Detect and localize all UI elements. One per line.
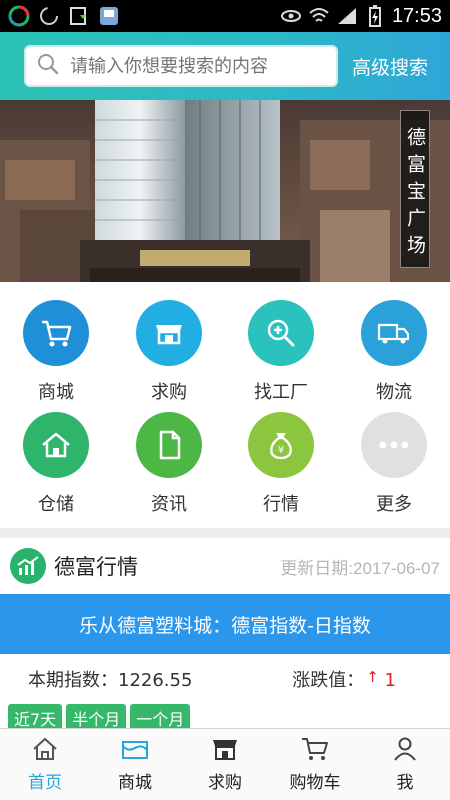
app-icon [98, 5, 120, 27]
period-tabs: 近7天 半个月 一个月 [0, 704, 450, 728]
grid-label: 物流 [376, 382, 412, 403]
market-title: 德富行情 [54, 555, 138, 579]
svg-text:¥: ¥ [278, 445, 284, 456]
grid-label: 行情 [263, 494, 299, 515]
cart-icon [23, 300, 89, 366]
shop-icon [210, 736, 240, 766]
market-index-banner[interactable]: 乐从德富塑料城：德富指数-日指数 [0, 594, 450, 654]
trend-chart-icon [10, 548, 46, 584]
eye-icon [280, 5, 302, 27]
document-icon [136, 412, 202, 478]
market-update-date: 更新日期:2017-06-07 [280, 558, 440, 578]
header: 高级搜索 [0, 32, 450, 100]
mall-icon [120, 736, 150, 766]
grid-label: 仓储 [38, 494, 74, 515]
truck-icon [361, 300, 427, 366]
nav-cart[interactable]: 购物车 [270, 729, 360, 800]
home-icon [31, 736, 59, 766]
change-label: 涨跌值： [292, 670, 365, 691]
change-value: 涨跌值： ↑ 1 [292, 666, 422, 692]
download-icon [68, 5, 90, 27]
banner[interactable]: 德富宝广场 [0, 100, 450, 282]
user-icon [391, 736, 419, 766]
zoom-in-icon [248, 300, 314, 366]
banner-image [0, 100, 450, 282]
nav-label: 首页 [28, 773, 62, 793]
tab-7-days[interactable]: 近7天 [8, 704, 63, 728]
market-index-row: 本期指数：1226.55 涨跌值： ↑ 1 [0, 654, 450, 704]
status-time: 17:53 [391, 4, 442, 27]
signal-icon [336, 5, 358, 27]
shop-icon [136, 300, 202, 366]
grid-item-warehouse[interactable]: 仓储 [0, 412, 112, 516]
cart-icon [300, 736, 330, 766]
battery-icon [364, 5, 386, 27]
more-icon [361, 412, 427, 478]
nav-label: 我 [396, 773, 414, 793]
grid-item-news[interactable]: 资讯 [113, 412, 225, 516]
search-box[interactable] [24, 45, 338, 87]
money-bag-icon: ¥ [248, 412, 314, 478]
nav-purchase[interactable]: 求购 [180, 729, 270, 800]
nav-me[interactable]: 我 [360, 729, 450, 800]
banner-caption: 德富宝广场 [400, 110, 430, 268]
market-section: 德富行情 更新日期:2017-06-07 乐从德富塑料城：德富指数-日指数 本期… [0, 538, 450, 728]
status-bar: 17:53 [0, 0, 450, 32]
nav-label: 商城 [118, 773, 152, 793]
function-grid: 商城 求购 找工厂 物流 仓储 资讯 ¥ 行情 更多 [0, 282, 450, 528]
grid-label: 资讯 [151, 494, 187, 515]
grid-item-market[interactable]: ¥ 行情 [225, 412, 337, 516]
app-360-icon [8, 5, 30, 27]
change-number: 1 [384, 670, 396, 691]
loading-icon [38, 5, 60, 27]
tab-one-month[interactable]: 一个月 [130, 704, 191, 728]
nav-label: 购物车 [289, 773, 341, 793]
up-arrow-icon: ↑ [366, 668, 379, 686]
search-icon [36, 52, 60, 80]
grid-label: 商城 [38, 382, 74, 403]
grid-item-purchase[interactable]: 求购 [113, 300, 225, 404]
grid-item-logistics[interactable]: 物流 [338, 300, 450, 404]
grid-label: 找工厂 [254, 382, 308, 403]
bottom-nav: 首页 商城 求购 购物车 我 [0, 728, 450, 800]
grid-item-mall[interactable]: 商城 [0, 300, 112, 404]
grid-item-more[interactable]: 更多 [338, 412, 450, 516]
tab-half-month[interactable]: 半个月 [66, 704, 127, 728]
advanced-search-button[interactable]: 高级搜索 [352, 53, 428, 80]
wifi-icon [308, 5, 330, 27]
home-icon [23, 412, 89, 478]
nav-label: 求购 [208, 773, 242, 793]
market-header: 德富行情 更新日期:2017-06-07 [0, 538, 450, 594]
grid-label: 更多 [376, 494, 412, 515]
grid-label: 求购 [151, 382, 187, 403]
search-input[interactable] [70, 55, 320, 77]
nav-home[interactable]: 首页 [0, 729, 90, 800]
grid-item-find-factory[interactable]: 找工厂 [225, 300, 337, 404]
nav-mall[interactable]: 商城 [90, 729, 180, 800]
index-value: 本期指数：1226.55 [28, 670, 193, 691]
